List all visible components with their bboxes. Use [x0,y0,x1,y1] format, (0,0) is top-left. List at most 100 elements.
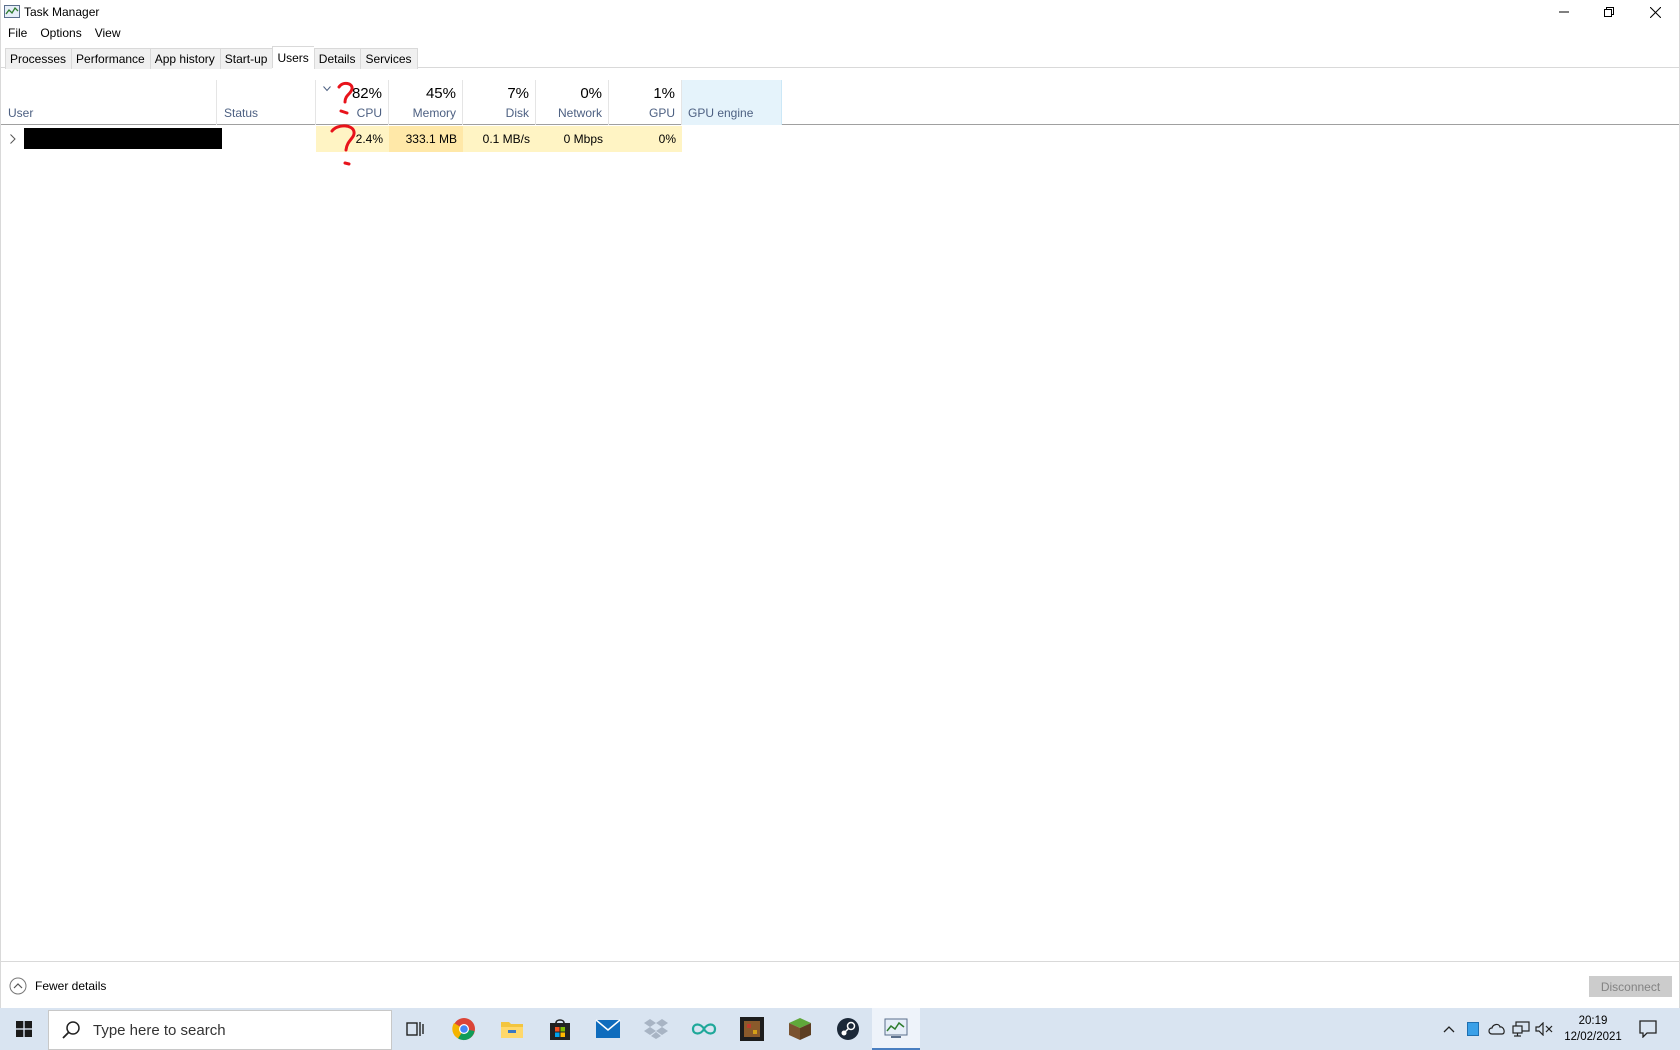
row-network: 0 Mbps [536,126,609,152]
restore-button[interactable] [1586,0,1632,24]
minecraft-button[interactable] [776,1008,824,1050]
store-icon [550,1019,570,1040]
table-row[interactable]: 2.4% 333.1 MB 0.1 MB/s 0 Mbps 0% [1,126,1679,152]
tab-app-history[interactable]: App history [149,48,220,69]
tab-performance[interactable]: Performance [71,48,150,69]
file-explorer-button[interactable] [488,1008,536,1050]
gpu-total: 1% [653,85,675,102]
tray-app-icon [1467,1022,1479,1036]
search-placeholder: Type here to search [93,1021,226,1039]
row-cpu: 2.4% [316,126,389,152]
tab-start-up[interactable]: Start-up [219,48,273,69]
store-button[interactable] [536,1008,584,1050]
disk-total: 7% [507,85,529,102]
network-icon [1512,1021,1530,1037]
task-view-button[interactable] [392,1008,440,1050]
column-header: User Status 82% CPU 45% Memory 7% Disk 0… [1,80,1679,125]
action-center-button[interactable] [1630,1008,1666,1050]
chrome-button[interactable] [440,1008,488,1050]
row-disk: 0.1 MB/s [463,126,536,152]
row-memory: 333.1 MB [389,126,463,152]
notification-icon [1639,1020,1657,1038]
volume-muted-icon [1535,1022,1553,1036]
infinity-app-icon [691,1023,717,1035]
column-status-label: Status [224,106,259,120]
menu-bar: File Options View [1,24,127,42]
chevron-right-icon[interactable] [10,134,16,144]
minimize-button[interactable] [1541,0,1587,24]
steam-icon [837,1018,859,1040]
mail-button[interactable] [584,1008,632,1050]
close-icon [1649,6,1661,18]
menu-file[interactable]: File [1,24,33,42]
task-manager-icon [4,5,20,18]
tray-app-button[interactable] [1462,1008,1484,1050]
disconnect-button[interactable]: Disconnect [1589,976,1672,997]
minimize-icon [1559,11,1569,13]
task-manager-icon [884,1018,908,1038]
taskbar-clock[interactable]: 20:19 12/02/2021 [1556,1013,1630,1045]
column-gpu-engine[interactable]: GPU engine [682,80,782,125]
onedrive-button[interactable] [1485,1008,1509,1050]
chevron-up-icon [1443,1026,1455,1033]
column-network[interactable]: 0% Network [536,80,609,125]
network-total: 0% [580,85,602,102]
tab-users[interactable]: Users [272,46,314,68]
title-bar[interactable]: Task Manager [1,0,1679,24]
column-gpu[interactable]: 1% GPU [609,80,682,125]
tab-services[interactable]: Services [360,48,418,69]
game-app-icon [740,1017,764,1041]
column-memory-label: Memory [412,106,456,120]
dropbox-button[interactable] [632,1008,680,1050]
redacted-user-name [24,128,222,149]
windows-logo-icon [16,1021,32,1037]
memory-total: 45% [425,85,456,102]
mail-icon [595,1019,621,1038]
column-user-label: User [8,106,34,120]
search-icon [62,1021,80,1039]
row-gpu: 0% [609,126,682,152]
tab-strip: Processes Performance App history Start-… [1,46,1679,69]
search-box[interactable]: Type here to search [48,1010,392,1050]
tab-processes[interactable]: Processes [5,48,72,69]
chevron-up-circle-icon [9,977,27,995]
footer-bar: Fewer details Disconnect [1,961,1679,1008]
sort-chevron-down-icon [323,86,331,92]
infinity-app-button[interactable] [680,1008,728,1050]
task-view-icon [406,1022,424,1036]
clock-date: 12/02/2021 [1564,1031,1622,1043]
column-disk[interactable]: 7% Disk [463,80,536,125]
column-gpu-label: GPU [648,106,675,120]
menu-options[interactable]: Options [33,24,87,42]
task-manager-window: Task Manager File Options View Processes… [0,0,1680,1008]
steam-button[interactable] [824,1008,872,1050]
minecraft-icon [789,1018,811,1040]
fewer-details-button[interactable]: Fewer details [9,977,106,995]
fewer-details-label: Fewer details [35,979,107,993]
column-cpu-label: CPU [356,106,382,120]
cloud-icon [1488,1023,1505,1035]
clock-time: 20:19 [1578,1015,1608,1027]
column-cpu[interactable]: 82% CPU [316,80,389,125]
task-manager-taskbar-button[interactable] [872,1008,920,1050]
volume-button[interactable] [1533,1008,1555,1050]
show-hidden-icons-button[interactable] [1438,1008,1460,1050]
network-button[interactable] [1510,1008,1532,1050]
tab-details[interactable]: Details [313,48,361,69]
taskbar: Type here to search 20:19 12/02/2021 [0,1008,1680,1050]
column-memory[interactable]: 45% Memory [389,80,463,125]
menu-view[interactable]: View [88,24,127,42]
close-button[interactable] [1632,0,1678,24]
column-gpu-engine-label: GPU engine [688,106,754,120]
column-disk-label: Disk [505,106,529,120]
chrome-icon [452,1018,475,1041]
game-app-button[interactable] [728,1008,776,1050]
column-user[interactable]: User [1,80,217,125]
restore-icon [1604,7,1614,17]
file-explorer-icon [501,1022,523,1038]
dropbox-icon [644,1019,668,1039]
column-status[interactable]: Status [217,80,316,125]
start-button[interactable] [0,1008,48,1050]
column-network-label: Network [557,106,602,120]
window-title: Task Manager [24,5,100,19]
